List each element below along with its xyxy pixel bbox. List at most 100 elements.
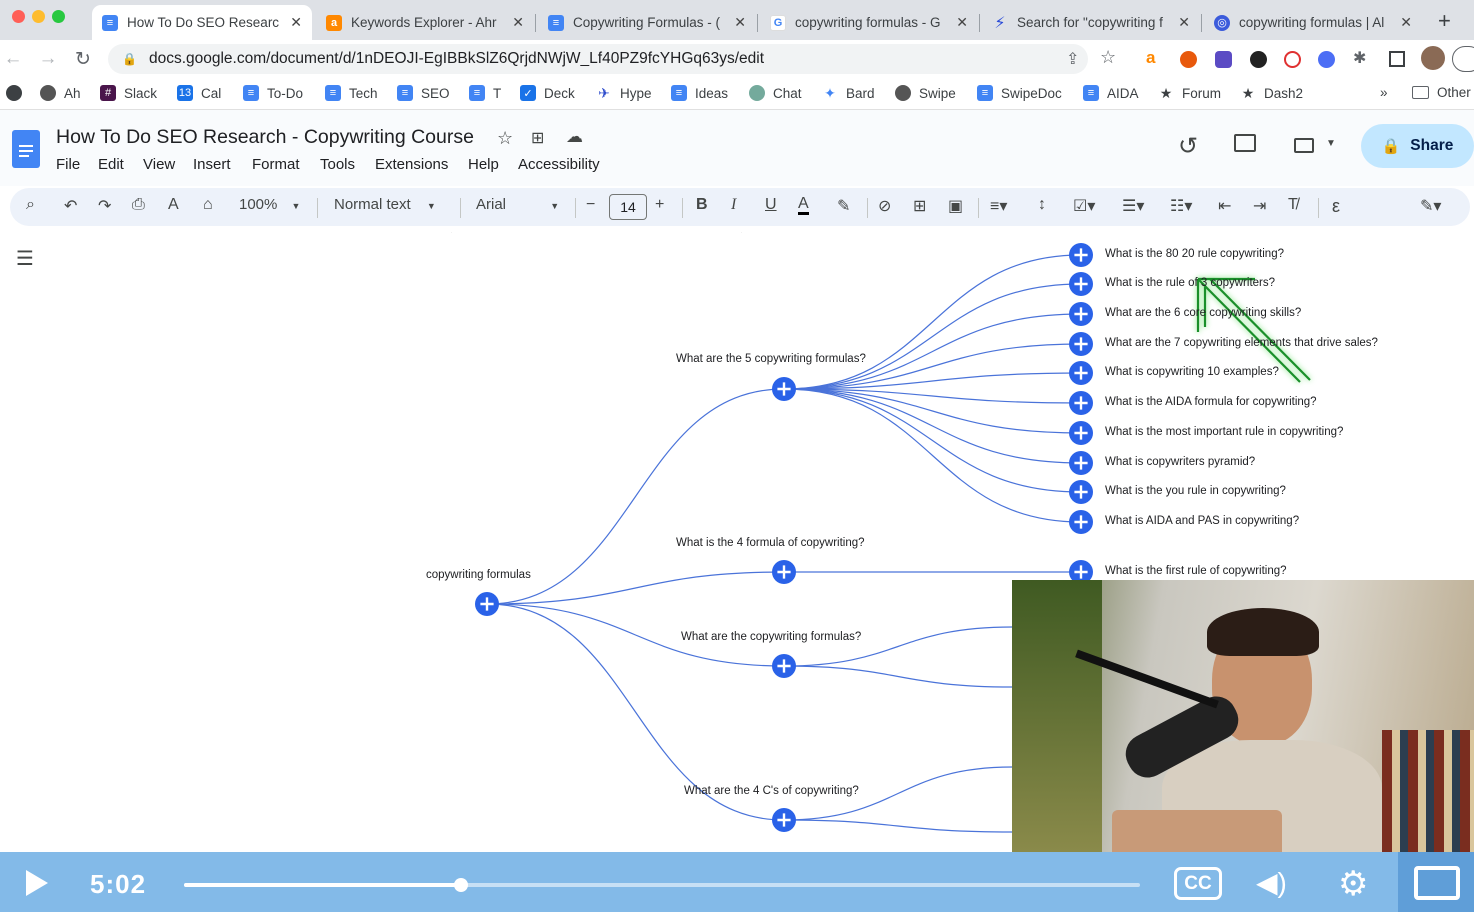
add-comment-icon[interactable]: ⊞ bbox=[913, 196, 926, 216]
decrease-font-size-icon[interactable]: − bbox=[586, 196, 595, 214]
expand-node-plus-icon[interactable] bbox=[772, 377, 796, 401]
menu-tools[interactable]: Tools bbox=[320, 156, 355, 173]
bookmark-item[interactable]: ✓ Deck bbox=[520, 85, 575, 101]
bookmark-item[interactable]: Ah bbox=[40, 85, 81, 101]
checklist-icon[interactable]: ☑▾ bbox=[1073, 196, 1095, 216]
bookmark-item[interactable] bbox=[6, 85, 30, 101]
forward-arrow-icon[interactable]: → bbox=[37, 48, 59, 70]
bulleted-list-icon[interactable]: ☰▾ bbox=[1122, 196, 1144, 216]
align-icon[interactable]: ≡▾ bbox=[990, 196, 1007, 216]
increase-font-size-icon[interactable]: + bbox=[655, 196, 664, 214]
paint-format-icon[interactable]: ⌂ bbox=[203, 196, 213, 214]
expand-node-plus-icon[interactable] bbox=[1069, 451, 1093, 475]
zoom-select[interactable]: 100% ▼ bbox=[239, 196, 300, 213]
bookmark-item[interactable]: ≡ To-Do bbox=[243, 85, 303, 101]
bookmark-item[interactable]: ≡ Ideas bbox=[671, 85, 728, 101]
close-tab-icon[interactable]: ✕ bbox=[734, 14, 746, 31]
menu-insert[interactable]: Insert bbox=[193, 156, 231, 173]
extension-icon[interactable] bbox=[1180, 51, 1197, 68]
sidebar-toggle-icon[interactable] bbox=[1389, 51, 1405, 67]
puzzle-extensions-icon[interactable]: ✱ bbox=[1353, 48, 1366, 68]
extension-icon[interactable] bbox=[1250, 51, 1267, 68]
bookmark-item[interactable]: ✦ Bard bbox=[822, 85, 874, 101]
star-icon[interactable]: ☆ bbox=[497, 128, 513, 149]
chevron-down-icon[interactable]: ▼ bbox=[1326, 138, 1336, 149]
tab-copywriting-doc[interactable]: ≡ Copywriting Formulas - ( ✕ bbox=[538, 5, 756, 40]
expand-node-plus-icon[interactable] bbox=[1069, 272, 1093, 296]
expand-node-plus-icon[interactable] bbox=[1069, 361, 1093, 385]
tab-search-for[interactable]: ⚡ Search for "copywriting f ✕ bbox=[982, 5, 1200, 40]
profile-avatar[interactable] bbox=[1421, 46, 1445, 70]
insert-image-icon[interactable]: ▣ bbox=[948, 196, 963, 216]
spellcheck-icon[interactable]: A bbox=[168, 196, 179, 214]
bookmark-item[interactable]: ≡ SwipeDoc bbox=[977, 85, 1062, 101]
extension-icon[interactable] bbox=[1215, 51, 1232, 68]
bookmark-item[interactable]: # Slack bbox=[100, 85, 157, 101]
clear-formatting-icon[interactable]: T̸ bbox=[1288, 196, 1298, 214]
update-button[interactable] bbox=[1452, 46, 1474, 72]
meet-camera-icon[interactable] bbox=[1294, 138, 1314, 153]
fullscreen-icon[interactable] bbox=[1414, 866, 1460, 900]
expand-node-plus-icon[interactable] bbox=[1069, 302, 1093, 326]
close-tab-icon[interactable]: ✕ bbox=[956, 14, 968, 31]
tab-ahrefs[interactable]: a Keywords Explorer - Ahr ✕ bbox=[316, 5, 534, 40]
expand-node-plus-icon[interactable] bbox=[475, 592, 499, 616]
close-window-button[interactable] bbox=[12, 10, 25, 23]
play-icon[interactable] bbox=[26, 870, 48, 896]
insert-link-icon[interactable]: ⊘ bbox=[878, 196, 891, 216]
menu-view[interactable]: View bbox=[143, 156, 175, 173]
expand-node-plus-icon[interactable] bbox=[772, 808, 796, 832]
font-size-input[interactable]: 14 bbox=[609, 194, 647, 220]
bookmarks-overflow-button[interactable]: » bbox=[1380, 85, 1388, 100]
reload-icon[interactable]: ↻ bbox=[72, 48, 94, 71]
menu-edit[interactable]: Edit bbox=[98, 156, 124, 173]
volume-icon[interactable]: ◀) bbox=[1256, 866, 1287, 899]
menu-format[interactable]: Format bbox=[252, 156, 300, 173]
menu-help[interactable]: Help bbox=[468, 156, 499, 173]
increase-indent-icon[interactable]: ⇥ bbox=[1253, 196, 1266, 216]
tab-google-search[interactable]: G copywriting formulas - G ✕ bbox=[760, 5, 978, 40]
expand-node-plus-icon[interactable] bbox=[1069, 510, 1093, 534]
menu-file[interactable]: File bbox=[56, 156, 80, 173]
line-spacing-icon[interactable]: ↕ bbox=[1038, 196, 1046, 214]
close-tab-icon[interactable]: ✕ bbox=[290, 14, 302, 31]
bookmark-item[interactable]: Swipe bbox=[895, 85, 956, 101]
print-icon[interactable]: ⎙ bbox=[132, 196, 145, 214]
search-menus-icon[interactable]: ⌕ bbox=[26, 196, 35, 214]
highlight-icon[interactable]: ✎ bbox=[837, 196, 850, 216]
share-page-icon[interactable]: ⇪ bbox=[1066, 49, 1079, 69]
bookmark-item[interactable]: ≡ SEO bbox=[397, 85, 450, 101]
move-folder-icon[interactable]: ⊞ bbox=[531, 128, 544, 148]
version-history-icon[interactable]: ↺ bbox=[1178, 132, 1198, 161]
menu-accessibility[interactable]: Accessibility bbox=[518, 156, 600, 173]
menu-extensions[interactable]: Extensions bbox=[375, 156, 448, 173]
bookmark-item[interactable]: 13 Cal bbox=[177, 85, 221, 101]
bookmark-item[interactable]: ★ Forum bbox=[1158, 85, 1221, 101]
bookmark-star-icon[interactable]: ☆ bbox=[1100, 47, 1116, 68]
comments-icon[interactable] bbox=[1234, 134, 1256, 152]
extension-icon[interactable] bbox=[1318, 51, 1335, 68]
bookmark-item[interactable]: ★ Dash2 bbox=[1240, 85, 1303, 101]
bookmark-item[interactable]: ≡ T bbox=[469, 85, 501, 101]
expand-node-plus-icon[interactable] bbox=[1069, 391, 1093, 415]
bookmark-item[interactable]: ≡ AIDA bbox=[1083, 85, 1139, 101]
document-title[interactable]: How To Do SEO Research - Copywriting Cou… bbox=[56, 126, 474, 149]
progress-handle[interactable] bbox=[454, 878, 469, 892]
google-docs-logo-icon[interactable] bbox=[12, 130, 40, 168]
italic-icon[interactable]: I bbox=[731, 196, 736, 214]
font-select[interactable]: Arial ▼ bbox=[476, 196, 559, 213]
other-bookmarks-folder[interactable]: Other bbox=[1412, 85, 1471, 100]
close-tab-icon[interactable]: ✕ bbox=[1178, 14, 1190, 31]
close-tab-icon[interactable]: ✕ bbox=[512, 14, 524, 31]
text-color-icon[interactable]: A bbox=[798, 196, 809, 215]
extension-icon[interactable] bbox=[1284, 51, 1301, 68]
bookmark-item[interactable]: ≡ Tech bbox=[325, 85, 378, 101]
address-bar[interactable]: 🔒 docs.google.com/document/d/1nDEOJI-EgI… bbox=[108, 44, 1088, 74]
expand-node-plus-icon[interactable] bbox=[772, 560, 796, 584]
bookmark-item[interactable]: ✈ Hype bbox=[596, 85, 651, 101]
expand-node-plus-icon[interactable] bbox=[1069, 421, 1093, 445]
cloud-saved-icon[interactable]: ☁ bbox=[566, 127, 583, 147]
new-tab-icon[interactable]: + bbox=[1438, 8, 1451, 34]
captions-button[interactable]: CC bbox=[1174, 867, 1222, 900]
expand-node-plus-icon[interactable] bbox=[1069, 332, 1093, 356]
